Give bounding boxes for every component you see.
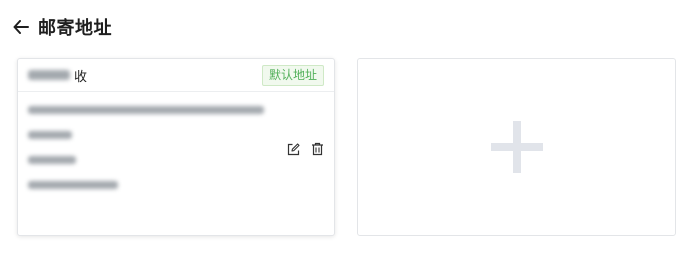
trash-icon — [311, 142, 323, 156]
back-button[interactable] — [12, 18, 30, 36]
phone-redacted — [28, 156, 76, 164]
arrow-left-icon — [13, 20, 29, 34]
edit-button[interactable] — [286, 142, 300, 156]
page-title: 邮寄地址 — [38, 18, 112, 39]
zip-redacted — [28, 181, 118, 189]
address-actions — [286, 142, 324, 156]
address-line-redacted — [28, 131, 72, 139]
address-card[interactable]: 收 默认地址 — [17, 58, 335, 236]
delete-button[interactable] — [310, 142, 324, 156]
edit-icon — [287, 142, 300, 155]
page: 邮寄地址 收 默认地址 — [0, 0, 699, 263]
default-address-badge: 默认地址 — [261, 64, 324, 86]
address-card-body — [18, 92, 334, 189]
address-line-redacted — [28, 106, 264, 114]
recipient: 收 — [28, 66, 87, 85]
plus-icon — [490, 121, 543, 173]
recipient-name-redacted — [28, 70, 70, 80]
add-address-card[interactable] — [357, 58, 676, 236]
address-card-header: 收 默认地址 — [18, 59, 334, 92]
recipient-suffix: 收 — [74, 69, 88, 85]
page-header: 邮寄地址 — [12, 14, 112, 40]
